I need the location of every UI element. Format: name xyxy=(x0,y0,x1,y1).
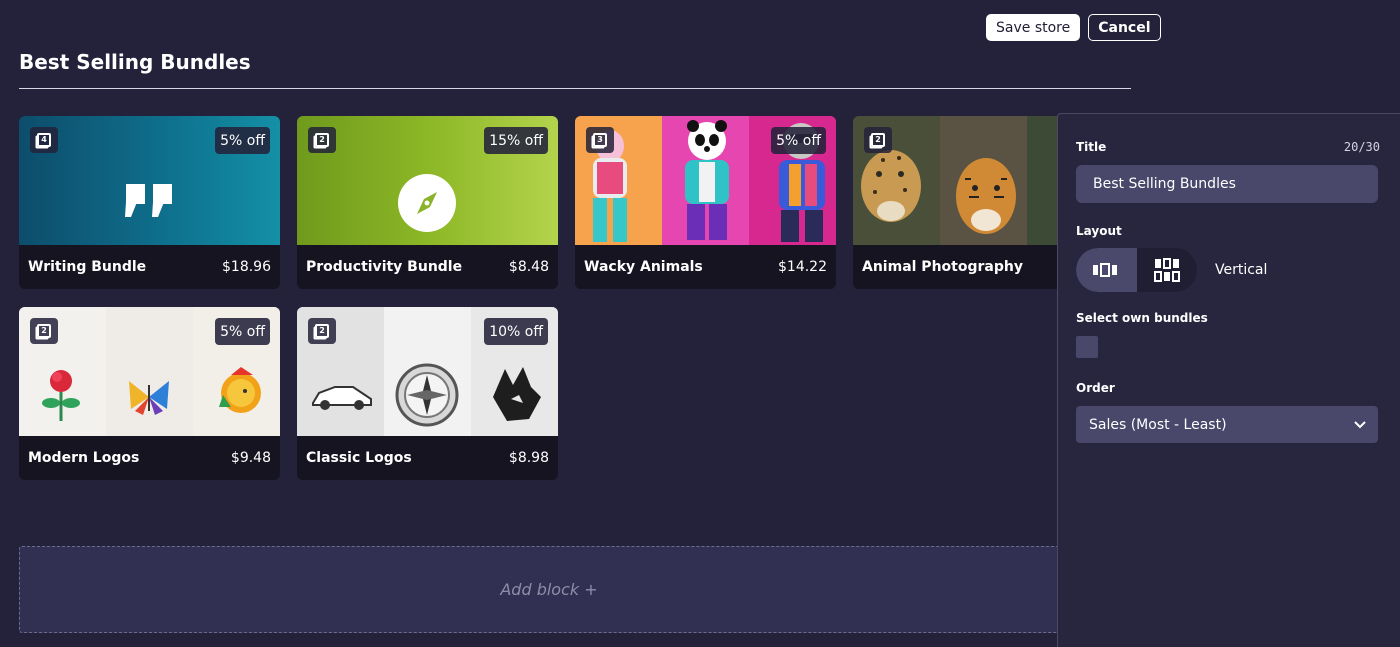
section-title: Best Selling Bundles xyxy=(19,50,251,74)
discount-badge: 10% off xyxy=(484,318,548,345)
layout-label: Layout xyxy=(1076,224,1122,238)
bundle-card-wacky-animals[interactable]: 3 5% off Wacky Animals $14.22 xyxy=(575,116,836,289)
discount-badge: 15% off xyxy=(484,127,548,154)
stack-icon: 2 xyxy=(315,133,329,147)
card-footer: Productivity Bundle $8.48 xyxy=(297,245,558,289)
layout-grid-option[interactable] xyxy=(1137,248,1198,292)
discount-badge: 5% off xyxy=(215,127,270,154)
card-footer: Classic Logos $8.98 xyxy=(297,436,558,480)
add-block-button[interactable]: Add block + xyxy=(19,546,1079,633)
stack-icon: 2 xyxy=(315,324,329,338)
order-selected-value: Sales (Most - Least) xyxy=(1089,416,1227,433)
card-footer: Writing Bundle $18.96 xyxy=(19,245,280,289)
bundle-name: Writing Bundle xyxy=(28,259,147,275)
item-count-badge: 2 xyxy=(30,318,58,344)
item-count-badge: 2 xyxy=(864,127,892,153)
stack-icon: 4 xyxy=(37,133,51,147)
title-input[interactable] xyxy=(1076,165,1378,203)
bundle-name: Modern Logos xyxy=(28,450,140,466)
item-count-badge: 2 xyxy=(308,318,336,344)
title-divider xyxy=(19,88,1131,89)
layout-horizontal-option[interactable] xyxy=(1076,248,1137,292)
carousel-layout-icon xyxy=(1093,263,1118,277)
cancel-button[interactable]: Cancel xyxy=(1088,14,1161,41)
bundle-card-modern-logos[interactable]: 2 5% off Modern Logos $9.48 xyxy=(19,307,280,480)
bundle-card-classic-logos[interactable]: 2 10% off Classic Logos $8.98 xyxy=(297,307,558,480)
card-footer: Wacky Animals $14.22 xyxy=(575,245,836,289)
layout-toggle xyxy=(1076,248,1197,292)
bundle-price: $14.22 xyxy=(778,259,827,275)
bundle-name: Wacky Animals xyxy=(584,259,703,275)
card-footer: Modern Logos $9.48 xyxy=(19,436,280,480)
order-label: Order xyxy=(1076,381,1115,395)
discount-badge: 5% off xyxy=(215,318,270,345)
bundle-price: $9.48 xyxy=(230,450,271,466)
chevron-down-icon xyxy=(1354,420,1366,428)
bundle-card-productivity[interactable]: 2 15% off Productivity Bundle $8.48 xyxy=(297,116,558,289)
order-select[interactable]: Sales (Most - Least) xyxy=(1076,406,1378,443)
save-store-button[interactable]: Save store xyxy=(986,14,1081,41)
bundle-name: Animal Photography xyxy=(862,259,1023,275)
stack-icon: 3 xyxy=(593,133,607,147)
layout-value: Vertical xyxy=(1215,262,1268,278)
top-actions: Save store Cancel xyxy=(986,14,1161,41)
bundle-price: $18.96 xyxy=(222,259,271,275)
title-label: Title xyxy=(1076,140,1107,154)
item-count-badge: 4 xyxy=(30,127,58,153)
grid-layout-icon xyxy=(1153,258,1180,282)
bundle-name: Productivity Bundle xyxy=(306,259,463,275)
bundle-price: $8.98 xyxy=(508,450,549,466)
bundle-card-writing[interactable]: 4 5% off Writing Bundle $18.96 xyxy=(19,116,280,289)
discount-badge: 5% off xyxy=(771,127,826,154)
item-count-badge: 2 xyxy=(308,127,336,153)
stack-icon: 2 xyxy=(37,324,51,338)
own-bundles-checkbox[interactable] xyxy=(1076,336,1098,358)
own-bundles-label: Select own bundles xyxy=(1076,311,1208,325)
block-settings-panel: Title 20/30 Layout Vertical Select own b… xyxy=(1057,113,1400,647)
stack-icon: 2 xyxy=(871,133,885,147)
bundle-name: Classic Logos xyxy=(306,450,412,466)
bundle-price: $8.48 xyxy=(508,259,549,275)
item-count-badge: 3 xyxy=(586,127,614,153)
title-char-count: 20/30 xyxy=(1343,140,1380,154)
